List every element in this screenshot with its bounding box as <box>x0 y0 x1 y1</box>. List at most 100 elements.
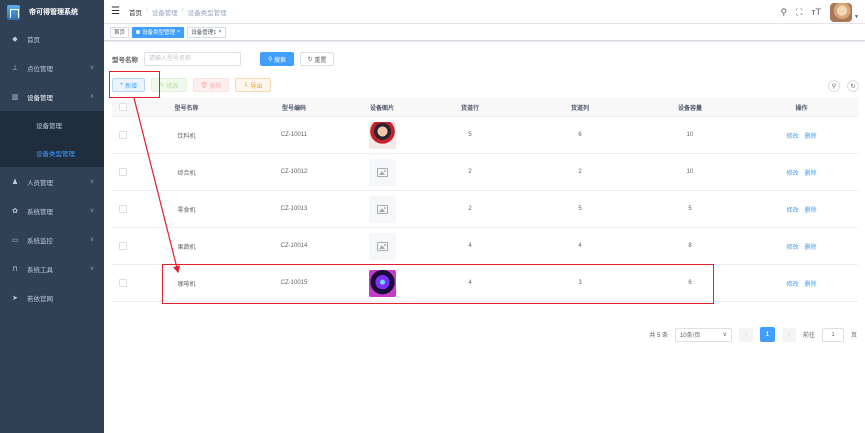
sidebar-item-label: 设备类型管理 <box>36 151 75 158</box>
table-row: 饮料机 CZ-10011 5 6 10 修改 删除 <box>112 117 858 154</box>
breadcrumb-item[interactable]: 首页 <box>129 7 142 17</box>
page-size-select[interactable]: 10条/页 ∨ <box>674 327 732 342</box>
image-placeholder[interactable] <box>368 158 396 186</box>
edit-link[interactable]: 修改 <box>786 131 798 140</box>
sidebar-subitem-device-type[interactable]: 设备类型管理 <box>0 139 104 167</box>
delete-link[interactable]: 删除 <box>805 242 817 251</box>
sidebar-item-label: 若依官网 <box>27 295 53 303</box>
row-checkbox[interactable] <box>119 168 127 176</box>
row-checkbox[interactable] <box>119 131 127 139</box>
image-icon <box>376 167 388 177</box>
tag-home[interactable]: 首页 <box>110 26 130 38</box>
add-button[interactable]: + 新增 <box>112 78 145 92</box>
cell-name: 饮料机 <box>177 133 196 140</box>
column-header: 设备容量 <box>677 105 702 112</box>
download-icon: ⇩ <box>243 82 251 89</box>
edit-icon: ✎ <box>159 82 167 89</box>
sidebar-item-monitor[interactable]: ▭ 系统监控 ∨ <box>0 225 104 254</box>
caret-down-icon[interactable]: ▼ <box>854 14 859 20</box>
button-label: 新增 <box>125 83 138 90</box>
sidebar-item-home[interactable]: ◆ 首页 <box>0 24 104 53</box>
reset-button[interactable]: ↻ 重置 <box>300 52 334 66</box>
delete-link[interactable]: 删除 <box>805 279 817 288</box>
hamburger-icon[interactable]: ☰ <box>111 6 120 17</box>
sidebar-item-label: 首页 <box>27 36 40 44</box>
search-icon[interactable]: ⚲ <box>781 7 788 18</box>
sidebar-item-label: 设备管理 <box>36 123 62 130</box>
image-icon <box>376 241 388 251</box>
cell-rows: 5 <box>468 132 472 138</box>
logo-icon <box>7 4 20 20</box>
tag-device-type[interactable]: 设备类型管理 × <box>132 26 185 38</box>
toggle-search-button[interactable]: ⚲ <box>828 80 840 92</box>
cell-cols: 5 <box>578 206 582 212</box>
device-image[interactable] <box>368 121 396 149</box>
breadcrumb-separator: / <box>181 6 184 14</box>
delete-link[interactable]: 删除 <box>805 205 817 214</box>
edit-link[interactable]: 修改 <box>786 205 798 214</box>
edit-link[interactable]: 修改 <box>786 242 798 251</box>
page-unit: 页 <box>850 333 857 339</box>
fullscreen-icon[interactable]: ⛶ <box>796 7 802 18</box>
sidebar-item-guide[interactable]: ➤ 若依官网 <box>0 283 104 312</box>
select-all-cell[interactable] <box>112 103 134 111</box>
refresh-icon: ↻ <box>850 83 856 90</box>
font-size-icon[interactable]: ᴛT <box>811 7 821 17</box>
refresh-button[interactable]: ↻ <box>847 80 859 92</box>
close-icon[interactable]: × <box>177 29 180 35</box>
tag-device-manage[interactable]: 设备管理1 × <box>187 26 226 38</box>
image-icon <box>376 204 388 214</box>
column-header: 设备图片 <box>369 105 394 112</box>
row-checkbox[interactable] <box>119 205 127 213</box>
goto-label: 前往 <box>802 333 815 339</box>
prev-page-button[interactable]: ‹ <box>738 327 753 342</box>
app-title: 帝可得管理系统 <box>29 9 78 16</box>
search-button[interactable]: ⚲ 搜索 <box>260 52 294 66</box>
sidebar-item-system[interactable]: ✿ 系统管理 ∨ <box>0 196 104 225</box>
sidebar-subitem-device-manage[interactable]: 设备管理 <box>0 111 104 139</box>
column-header: 货道行 <box>460 105 479 112</box>
breadcrumb-separator: / <box>145 6 148 14</box>
cell-code: CZ-10015 <box>280 280 308 286</box>
cell-capacity: 10 <box>686 169 694 175</box>
edit-button[interactable]: ✎ 修改 <box>151 78 187 92</box>
action-toolbar: + 新增 ✎ 修改 🗑 删除 ⇩ 导出 <box>112 78 271 92</box>
image-placeholder[interactable] <box>368 232 396 260</box>
cell-code: CZ-10011 <box>280 132 308 138</box>
button-label: 搜索 <box>274 57 287 64</box>
edit-link[interactable]: 修改 <box>786 168 798 177</box>
edit-link[interactable]: 修改 <box>786 279 798 288</box>
brand[interactable]: 帝可得管理系统 <box>0 0 104 24</box>
goto-page-input[interactable] <box>821 327 844 342</box>
row-checkbox[interactable] <box>119 242 127 250</box>
device-icon: ▥ <box>11 93 19 101</box>
close-icon[interactable]: × <box>218 29 221 35</box>
search-input[interactable] <box>144 52 241 66</box>
delete-link[interactable]: 删除 <box>805 168 817 177</box>
active-dot-icon <box>136 30 141 34</box>
delete-link[interactable]: 删除 <box>805 131 817 140</box>
sidebar-item-tools[interactable]: ⊓ 系统工具 ∨ <box>0 254 104 283</box>
next-page-button[interactable]: › <box>781 327 796 342</box>
sidebar-item-users[interactable]: ♟ 人员管理 ∨ <box>0 167 104 196</box>
trash-icon: 🗑 <box>200 82 210 89</box>
device-type-table: 型号名称 型号编码 设备图片 货道行 货道列 设备容量 操作 饮料机 CZ-10… <box>112 98 858 302</box>
row-checkbox[interactable] <box>119 279 127 287</box>
search-icon: ⚲ <box>831 83 837 90</box>
pagination: 共 5 条 10条/页 ∨ ‹ 1 › 前往 页 <box>649 327 857 342</box>
app-root: 帝可得管理系统 ◆ 首页 ⊥ 点位管理 ∨ ▥ 设备管理 ∧ 设备管理 设备类型… <box>0 0 865 433</box>
device-image[interactable] <box>368 269 396 297</box>
right-toolbar: ⚲ ↻ <box>828 80 859 92</box>
page-number[interactable]: 1 <box>759 327 775 342</box>
delete-button[interactable]: 🗑 删除 <box>193 78 229 92</box>
export-button[interactable]: ⇩ 导出 <box>235 78 271 92</box>
navbar: ☰ 首页 / 设备管理 / 设备类型管理 ⚲ ⛶ ᴛT ▼ <box>104 0 865 24</box>
table-row: 零食机 CZ-10013 2 5 5 修改 删除 <box>112 191 858 228</box>
sidebar-item-location[interactable]: ⊥ 点位管理 ∨ <box>0 53 104 82</box>
avatar[interactable] <box>830 2 853 22</box>
select-all-checkbox[interactable] <box>119 103 127 111</box>
chevron-up-icon: ∧ <box>89 94 94 100</box>
image-placeholder[interactable] <box>368 195 396 223</box>
sidebar-item-device[interactable]: ▥ 设备管理 ∧ <box>0 82 104 111</box>
cell-capacity: 8 <box>688 243 692 249</box>
